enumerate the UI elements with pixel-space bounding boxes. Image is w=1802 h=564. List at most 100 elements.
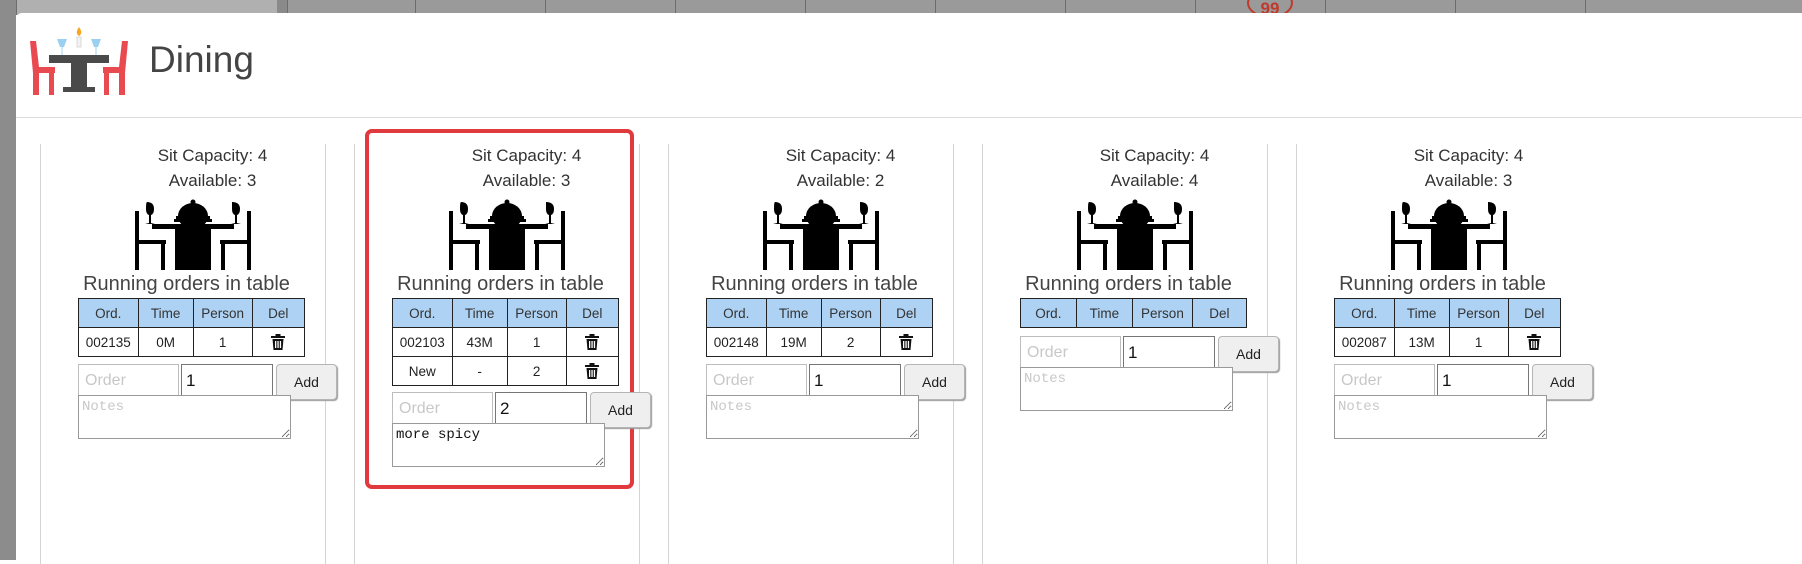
col-header-person: Person: [192, 298, 253, 328]
running-orders-label: Running orders in table: [397, 273, 604, 295]
available-seats: Available: 3: [1424, 171, 1513, 190]
table-card-3: Sit Capacity: 4 Available: 2 Running ord…: [672, 118, 1009, 560]
order-persons: 2: [506, 356, 567, 386]
orders-header-row: Ord. Time Person Del: [1334, 298, 1562, 328]
orders-table: Ord. Time Person Del 002148 19M 2: [706, 298, 934, 357]
col-header-delete: Del: [565, 298, 620, 328]
orders-header-row: Ord. Time Person Del: [392, 298, 620, 328]
dining-table-icon[interactable]: [444, 196, 570, 270]
available-seats: Available: 3: [482, 171, 571, 190]
dining-table-icon[interactable]: [130, 196, 256, 270]
sit-capacity: Sit Capacity: 4: [471, 146, 582, 165]
sit-capacity: Sit Capacity: 4: [1413, 146, 1524, 165]
trash-icon: [899, 334, 914, 351]
dining-table-icon[interactable]: [758, 196, 884, 270]
col-header-time: Time: [765, 298, 822, 328]
col-header-order: Ord.: [706, 298, 767, 328]
order-persons: 1: [506, 327, 567, 357]
person-qty-input[interactable]: [1437, 364, 1529, 398]
trash-icon: [271, 334, 286, 351]
notes-textarea[interactable]: [1020, 367, 1233, 411]
orders-header-row: Ord. Time Person Del: [1020, 298, 1248, 328]
order-number: New: [392, 356, 453, 386]
notes-textarea[interactable]: more spicy: [392, 423, 605, 467]
delete-order-button[interactable]: [879, 327, 934, 357]
order-time: 0M: [137, 327, 194, 357]
trash-icon: [585, 334, 600, 351]
sit-capacity: Sit Capacity: 4: [157, 146, 268, 165]
delete-order-button[interactable]: [565, 327, 620, 357]
running-orders-label: Running orders in table: [1339, 273, 1546, 295]
order-persons: 1: [1448, 327, 1509, 357]
delete-order-button[interactable]: [1507, 327, 1562, 357]
order-input[interactable]: [1334, 364, 1435, 398]
sit-capacity: Sit Capacity: 4: [1099, 146, 1210, 165]
modal-header: Dining: [16, 13, 1802, 118]
available-seats: Available: 3: [168, 171, 257, 190]
person-qty-input[interactable]: [181, 364, 273, 398]
dining-table-icon[interactable]: [1386, 196, 1512, 270]
person-qty-input[interactable]: [809, 364, 901, 398]
order-time: 43M: [451, 327, 508, 357]
orders-header-row: Ord. Time Person Del: [78, 298, 306, 328]
orders-table: Ord. Time Person Del 002103 43M 1 New - …: [392, 298, 620, 386]
orders-table: Ord. Time Person Del 002135 0M 1: [78, 298, 306, 357]
order-time: -: [451, 356, 508, 386]
person-qty-input[interactable]: [1123, 336, 1215, 370]
order-input[interactable]: [392, 392, 493, 426]
modal-title: Dining: [149, 39, 254, 80]
order-input[interactable]: [78, 364, 179, 398]
order-persons: 1: [192, 327, 253, 357]
col-header-time: Time: [1075, 298, 1134, 328]
delete-order-button[interactable]: [251, 327, 306, 357]
table-card-2: Sit Capacity: 4 Available: 3 Running ord…: [358, 118, 695, 560]
table-card-5: Sit Capacity: 4 Available: 3 Running ord…: [1300, 118, 1637, 560]
notes-textarea[interactable]: [1334, 395, 1547, 439]
order-input[interactable]: [1020, 336, 1121, 370]
dining-modal: Dining Sit Capacity: 4 Available: 3 Runn…: [16, 13, 1802, 564]
orders-table: Ord. Time Person Del: [1020, 298, 1248, 328]
table-row: New - 2: [392, 356, 620, 386]
dining-table-logo-icon: [30, 27, 128, 95]
order-number: 002087: [1334, 327, 1395, 357]
order-time: 19M: [765, 327, 822, 357]
table-row: 002103 43M 1: [392, 327, 620, 357]
available-seats: Available: 4: [1110, 171, 1199, 190]
order-time: 13M: [1393, 327, 1450, 357]
col-header-person: Person: [820, 298, 881, 328]
available-seats: Available: 2: [796, 171, 885, 190]
running-orders-label: Running orders in table: [1025, 273, 1232, 295]
col-header-order: Ord.: [1020, 298, 1077, 328]
col-header-person: Person: [1132, 298, 1193, 328]
col-header-order: Ord.: [78, 298, 139, 328]
trash-icon: [585, 363, 600, 380]
modal-body: Sit Capacity: 4 Available: 3 Running ord…: [16, 118, 1802, 564]
col-header-order: Ord.: [1334, 298, 1395, 328]
backdrop: [0, 0, 16, 560]
table-row: 002087 13M 1: [1334, 327, 1562, 357]
order-input[interactable]: [706, 364, 807, 398]
column-divider: [40, 144, 41, 564]
col-header-time: Time: [1393, 298, 1450, 328]
col-header-order: Ord.: [392, 298, 453, 328]
dining-table-icon[interactable]: [1072, 196, 1198, 270]
col-header-time: Time: [137, 298, 194, 328]
table-card-1: Sit Capacity: 4 Available: 3 Running ord…: [44, 118, 381, 560]
orders-header-row: Ord. Time Person Del: [706, 298, 934, 328]
col-header-time: Time: [451, 298, 508, 328]
col-header-delete: Del: [879, 298, 934, 328]
col-header-delete: Del: [1507, 298, 1562, 328]
table-card-4: Sit Capacity: 4 Available: 4 Running ord…: [986, 118, 1323, 560]
notes-textarea[interactable]: [78, 395, 291, 439]
notes-textarea[interactable]: [706, 395, 919, 439]
table-row: 002135 0M 1: [78, 327, 306, 357]
running-orders-label: Running orders in table: [711, 273, 918, 295]
person-qty-input[interactable]: [495, 392, 587, 426]
col-header-person: Person: [506, 298, 567, 328]
orders-table: Ord. Time Person Del 002087 13M 1: [1334, 298, 1562, 357]
col-header-person: Person: [1448, 298, 1509, 328]
order-number: 002103: [392, 327, 453, 357]
delete-order-button[interactable]: [565, 356, 620, 386]
table-row: 002148 19M 2: [706, 327, 934, 357]
col-header-delete: Del: [251, 298, 306, 328]
